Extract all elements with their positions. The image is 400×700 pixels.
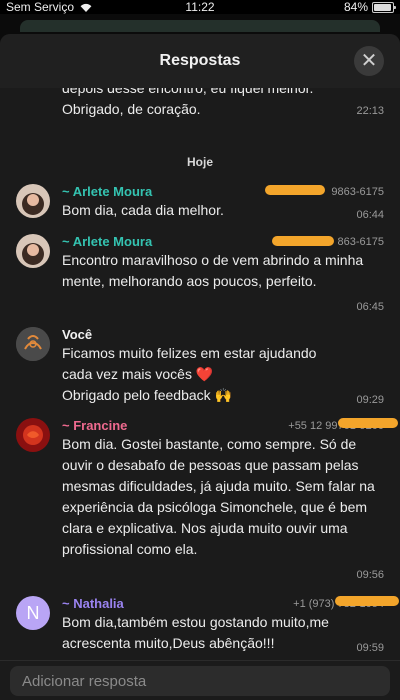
avatar[interactable] [16, 327, 50, 361]
avatar-photo-icon [16, 234, 50, 268]
message-time: 06:45 [356, 301, 384, 313]
sender-name[interactable]: ~ Francine [62, 418, 127, 433]
sender-phone: 9863-6175 [331, 186, 384, 198]
message-time: 09:59 [356, 642, 384, 654]
message-time: 09:56 [356, 569, 384, 581]
message-time: 06:44 [356, 209, 384, 221]
close-button[interactable]: ✕ [354, 46, 384, 76]
avatar[interactable]: N [16, 596, 50, 630]
sender-name[interactable]: Você [62, 327, 92, 342]
sender-phone: 863-6175 [337, 236, 385, 248]
sender-name[interactable]: ~ Nathalia [62, 596, 124, 611]
redaction-mark [335, 596, 399, 606]
message-text: Bom dia,também estou gostando muito,me a… [62, 614, 329, 651]
reply-input[interactable] [10, 666, 390, 696]
sender-name[interactable]: ~ Arlete Moura [62, 234, 152, 249]
message-time: 22:13 [356, 105, 384, 117]
replies-sheet: Respostas ✕ depois desse encontro, eu fi… [0, 34, 400, 700]
message-text: Bom dia, cada dia melhor. [62, 202, 224, 218]
redaction-mark [265, 185, 325, 195]
close-icon: ✕ [360, 50, 378, 72]
avatar-rose-icon [16, 418, 50, 452]
message-text: Bom dia. Gostei bastante, como sempre. S… [62, 436, 375, 557]
message-time: 09:29 [356, 394, 384, 406]
redaction-mark [272, 236, 334, 246]
status-bar: Sem Serviço 11:22 84% [0, 0, 400, 14]
brand-logo-icon [16, 327, 50, 361]
clock: 11:22 [185, 0, 215, 14]
reply-input-bar [0, 660, 400, 700]
battery-icon [372, 1, 396, 13]
message-text: Encontro maravilhoso o de vem abrindo a … [62, 252, 364, 289]
avatar[interactable] [16, 418, 50, 452]
avatar-initial: N [26, 602, 40, 623]
sheet-title: Respostas [159, 52, 241, 69]
sheet-header: Respostas ✕ [0, 34, 400, 88]
status-right: 84% [343, 0, 396, 14]
avatar[interactable] [16, 184, 50, 218]
message-text: Ficamos muito felizes em estar ajudando … [62, 345, 317, 403]
background-sheet [20, 20, 380, 32]
message-feed[interactable]: depois desse encontro, eu fiquei melhor.… [0, 88, 400, 660]
sender-name[interactable]: ~ Arlete Moura [62, 184, 152, 199]
battery-percent: 84% [343, 0, 368, 14]
message-text: depois desse encontro, eu fiquei melhor.… [62, 88, 314, 117]
avatar[interactable] [16, 234, 50, 268]
redaction-mark [338, 418, 398, 428]
avatar-photo-icon [16, 184, 50, 218]
day-separator: Hoje [186, 155, 213, 169]
